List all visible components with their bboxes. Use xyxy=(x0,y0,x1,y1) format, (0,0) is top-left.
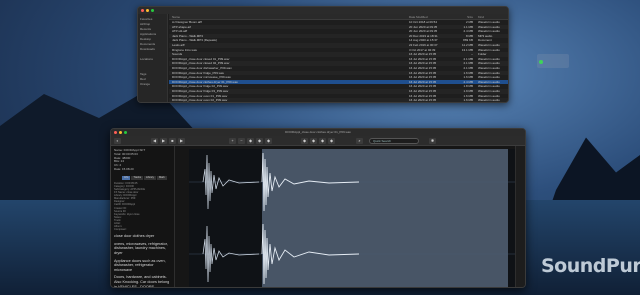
tool-icon[interactable]: ◆ xyxy=(319,138,326,144)
scrollbar[interactable] xyxy=(515,146,525,287)
zoom-in-icon[interactable]: + xyxy=(229,138,236,144)
column-date[interactable]: Date Modified xyxy=(409,14,454,19)
description-text: close door clothes dryer xyxy=(114,234,155,239)
tool-icon[interactable]: ◆ xyxy=(256,138,263,144)
zoom-button[interactable] xyxy=(151,9,154,12)
gear-icon[interactable]: ✱ xyxy=(429,138,436,144)
window-title: DOORAppl_close door clothes dryer 01_P09… xyxy=(285,130,351,134)
tool-icon[interactable]: ◆ xyxy=(247,138,254,144)
metadata-panel: Name: DOORAppl.SFT Total: 00:00:05:03 Rate… xyxy=(111,146,175,287)
close-button[interactable] xyxy=(141,9,144,12)
forward-icon[interactable]: ▶ xyxy=(178,138,185,144)
sidebar-item[interactable]: Orange xyxy=(138,82,167,87)
finder-sidebar: Favorites AirDrop Recents Applications Deskt… xyxy=(138,14,168,102)
finder-titlebar xyxy=(138,7,508,14)
transport-toolbar: ◐ ◀ ▶ ■ ▶ + − ◆ ◆ ◆ ◆ ◆ ◆ ◆ ⌕ Quick Sear… xyxy=(111,136,525,146)
stop-icon[interactable]: ■ xyxy=(169,138,176,144)
search-icon[interactable]: ⌕ xyxy=(356,138,363,144)
finder-file-list: AJ Designer Boom.aiff 10 Oct 2018 at 09:5… xyxy=(169,20,508,102)
description-text: Doors, hardware, and cabinets. Also Knoc… xyxy=(114,275,170,288)
logo-icon: ◐ xyxy=(114,138,121,144)
waveform-channel-1 xyxy=(189,152,517,212)
search-input[interactable]: Quick Search xyxy=(369,138,419,144)
metadata-field: Composer: xyxy=(114,228,127,232)
description-text: ovens, microwaves, refrigerator, dishwas… xyxy=(114,241,168,256)
tool-icon[interactable]: ◆ xyxy=(310,138,317,144)
column-kind[interactable]: Kind xyxy=(476,14,508,19)
waveform-channel-2 xyxy=(189,223,517,285)
metadata-tab[interactable]: Mark xyxy=(156,175,167,180)
soundminer-window: DOORAppl_close door clothes dryer 01_P09… xyxy=(110,128,526,288)
finder-window: Favorites AirDrop Recents Applications Deskt… xyxy=(137,6,509,103)
column-name[interactable]: Name xyxy=(169,14,409,19)
waveform-view[interactable] xyxy=(189,149,517,287)
zoom-out-icon[interactable]: − xyxy=(238,138,245,144)
play-icon[interactable]: ▶ xyxy=(160,138,167,144)
metadata-tab[interactable]: Info xyxy=(122,175,131,180)
tool-icon[interactable]: ◆ xyxy=(328,138,335,144)
file-row[interactable]: DOORAppl_close door oven 02_P09.wav 16 Ju… xyxy=(169,98,508,103)
desktop-status-dot xyxy=(539,60,543,64)
rewind-icon[interactable]: ◀ xyxy=(151,138,158,144)
file-date: 16 Jul 2020 at 15:05 xyxy=(409,98,437,103)
tool-icon[interactable]: ◆ xyxy=(265,138,272,144)
description-text: Appliance doors such as oven, dishwasher… xyxy=(114,258,166,272)
file-name: DOORAppl_close door oven 02_P09.wav xyxy=(172,98,228,103)
column-size[interactable]: Size xyxy=(454,14,476,19)
file-kind: Waveform audio xyxy=(478,98,500,103)
soundpure-logo: SoundPure xyxy=(541,255,640,277)
metadata-tab[interactable]: Library xyxy=(144,175,156,180)
meta-line: Date: 15.08.20 xyxy=(114,167,134,171)
metadata-tab[interactable]: Tracks xyxy=(131,175,144,180)
soundminer-titlebar: DOORAppl_close door clothes dryer 01_P09… xyxy=(111,129,525,136)
minimize-button[interactable] xyxy=(146,9,149,12)
tool-icon[interactable]: ◆ xyxy=(301,138,308,144)
file-size: 1.6 MB xyxy=(463,98,473,103)
